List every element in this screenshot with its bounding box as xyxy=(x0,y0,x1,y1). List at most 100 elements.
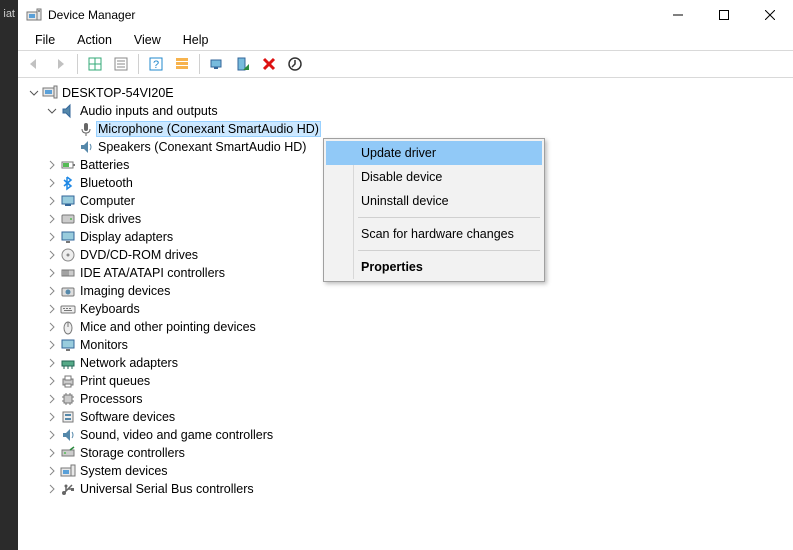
show-hidden-button[interactable] xyxy=(83,52,107,76)
minimize-button[interactable] xyxy=(655,0,701,30)
chevron-right-icon[interactable] xyxy=(46,285,58,297)
tree-label: Imaging devices xyxy=(80,284,170,298)
category-icon xyxy=(60,265,76,281)
context-menu-separator xyxy=(358,250,540,251)
chevron-down-icon[interactable] xyxy=(46,105,58,117)
tree-label: Sound, video and game controllers xyxy=(80,428,273,442)
tree-category[interactable]: Sound, video and game controllers xyxy=(18,426,793,444)
tree-category[interactable]: Storage controllers xyxy=(18,444,793,462)
external-text: iat xyxy=(3,8,15,20)
chevron-right-icon[interactable] xyxy=(46,213,58,225)
chevron-right-icon[interactable] xyxy=(46,159,58,171)
category-icon xyxy=(60,445,76,461)
tree-category[interactable]: Processors xyxy=(18,390,793,408)
tree-label: Monitors xyxy=(80,338,128,352)
tree-label: Mice and other pointing devices xyxy=(80,320,256,334)
tree-category[interactable]: Mice and other pointing devices xyxy=(18,318,793,336)
tree-label: Print queues xyxy=(80,374,150,388)
tree-label: IDE ATA/ATAPI controllers xyxy=(80,266,225,280)
tree-category[interactable]: System devices xyxy=(18,462,793,480)
chevron-right-icon[interactable] xyxy=(46,321,58,333)
context-menu-item[interactable]: Disable device xyxy=(326,165,542,189)
tree-category[interactable]: Network adapters xyxy=(18,354,793,372)
help-button[interactable]: ? xyxy=(144,52,168,76)
tree-category[interactable]: Software devices xyxy=(18,408,793,426)
tree-label: Display adapters xyxy=(80,230,173,244)
menu-file[interactable]: File xyxy=(26,31,64,49)
toolbar-separator xyxy=(138,54,139,74)
category-icon xyxy=(60,427,76,443)
context-menu-item[interactable]: Scan for hardware changes xyxy=(326,222,542,246)
microphone-icon xyxy=(78,121,94,137)
device-manager-window: Device Manager File Action View Help xyxy=(18,0,793,550)
speaker-icon xyxy=(78,139,94,155)
spacer xyxy=(64,141,76,153)
tree-label: System devices xyxy=(80,464,168,478)
tree-label: Microphone (Conexant SmartAudio HD) xyxy=(96,121,321,137)
category-icon xyxy=(60,373,76,389)
toolbar-separator xyxy=(77,54,78,74)
category-icon xyxy=(60,193,76,209)
chevron-right-icon[interactable] xyxy=(46,267,58,279)
chevron-right-icon[interactable] xyxy=(46,447,58,459)
back-button[interactable] xyxy=(22,52,46,76)
chevron-right-icon[interactable] xyxy=(46,357,58,369)
tree-category-audio[interactable]: Audio inputs and outputs xyxy=(18,102,793,120)
external-left-strip: iat xyxy=(0,0,18,550)
tree-category[interactable]: Keyboards xyxy=(18,300,793,318)
scan-hardware-button[interactable] xyxy=(283,52,307,76)
chevron-down-icon[interactable] xyxy=(28,87,40,99)
tree-category[interactable]: Imaging devices xyxy=(18,282,793,300)
forward-button[interactable] xyxy=(48,52,72,76)
context-menu-item[interactable]: Uninstall device xyxy=(326,189,542,213)
category-icon xyxy=(60,319,76,335)
context-menu-item[interactable]: Properties xyxy=(326,255,542,279)
spacer xyxy=(64,123,76,135)
menu-action[interactable]: Action xyxy=(68,31,121,49)
disable-button[interactable] xyxy=(231,52,255,76)
tree-label: Network adapters xyxy=(80,356,178,370)
chevron-right-icon[interactable] xyxy=(46,429,58,441)
close-button[interactable] xyxy=(747,0,793,30)
tree-item-microphone[interactable]: Microphone (Conexant SmartAudio HD) xyxy=(18,120,793,138)
menu-view[interactable]: View xyxy=(125,31,170,49)
uninstall-button[interactable] xyxy=(257,52,281,76)
chevron-right-icon[interactable] xyxy=(46,483,58,495)
chevron-right-icon[interactable] xyxy=(46,411,58,423)
view-button[interactable] xyxy=(170,52,194,76)
audio-icon xyxy=(60,103,76,119)
tree-label: DVD/CD-ROM drives xyxy=(80,248,198,262)
context-menu-label: Disable device xyxy=(361,170,442,184)
chevron-right-icon[interactable] xyxy=(46,339,58,351)
tree-label: Keyboards xyxy=(80,302,140,316)
tree-category[interactable]: Universal Serial Bus controllers xyxy=(18,480,793,498)
context-menu-item[interactable]: Update driver xyxy=(326,141,542,165)
chevron-right-icon[interactable] xyxy=(46,465,58,477)
menu-help[interactable]: Help xyxy=(174,31,218,49)
chevron-right-icon[interactable] xyxy=(46,393,58,405)
tree-label: Universal Serial Bus controllers xyxy=(80,482,254,496)
tree-category[interactable]: Monitors xyxy=(18,336,793,354)
category-icon xyxy=(60,157,76,173)
tree-category[interactable]: Print queues xyxy=(18,372,793,390)
chevron-right-icon[interactable] xyxy=(46,303,58,315)
tree-label: Computer xyxy=(80,194,135,208)
update-driver-button[interactable] xyxy=(205,52,229,76)
tree-root[interactable]: DESKTOP-54VI20E xyxy=(18,84,793,102)
maximize-button[interactable] xyxy=(701,0,747,30)
chevron-right-icon[interactable] xyxy=(46,231,58,243)
tree-label: Batteries xyxy=(80,158,129,172)
titlebar: Device Manager xyxy=(18,0,793,30)
chevron-right-icon[interactable] xyxy=(46,249,58,261)
chevron-right-icon[interactable] xyxy=(46,375,58,387)
menubar: File Action View Help xyxy=(18,30,793,50)
tree-label: Processors xyxy=(80,392,143,406)
chevron-right-icon[interactable] xyxy=(46,195,58,207)
context-menu: Update driver Disable device Uninstall dev… xyxy=(323,138,545,282)
svg-text:?: ? xyxy=(153,59,159,71)
category-icon xyxy=(60,337,76,353)
window-controls xyxy=(655,0,793,30)
context-menu-label: Scan for hardware changes xyxy=(361,227,514,241)
properties-button[interactable] xyxy=(109,52,133,76)
chevron-right-icon[interactable] xyxy=(46,177,58,189)
